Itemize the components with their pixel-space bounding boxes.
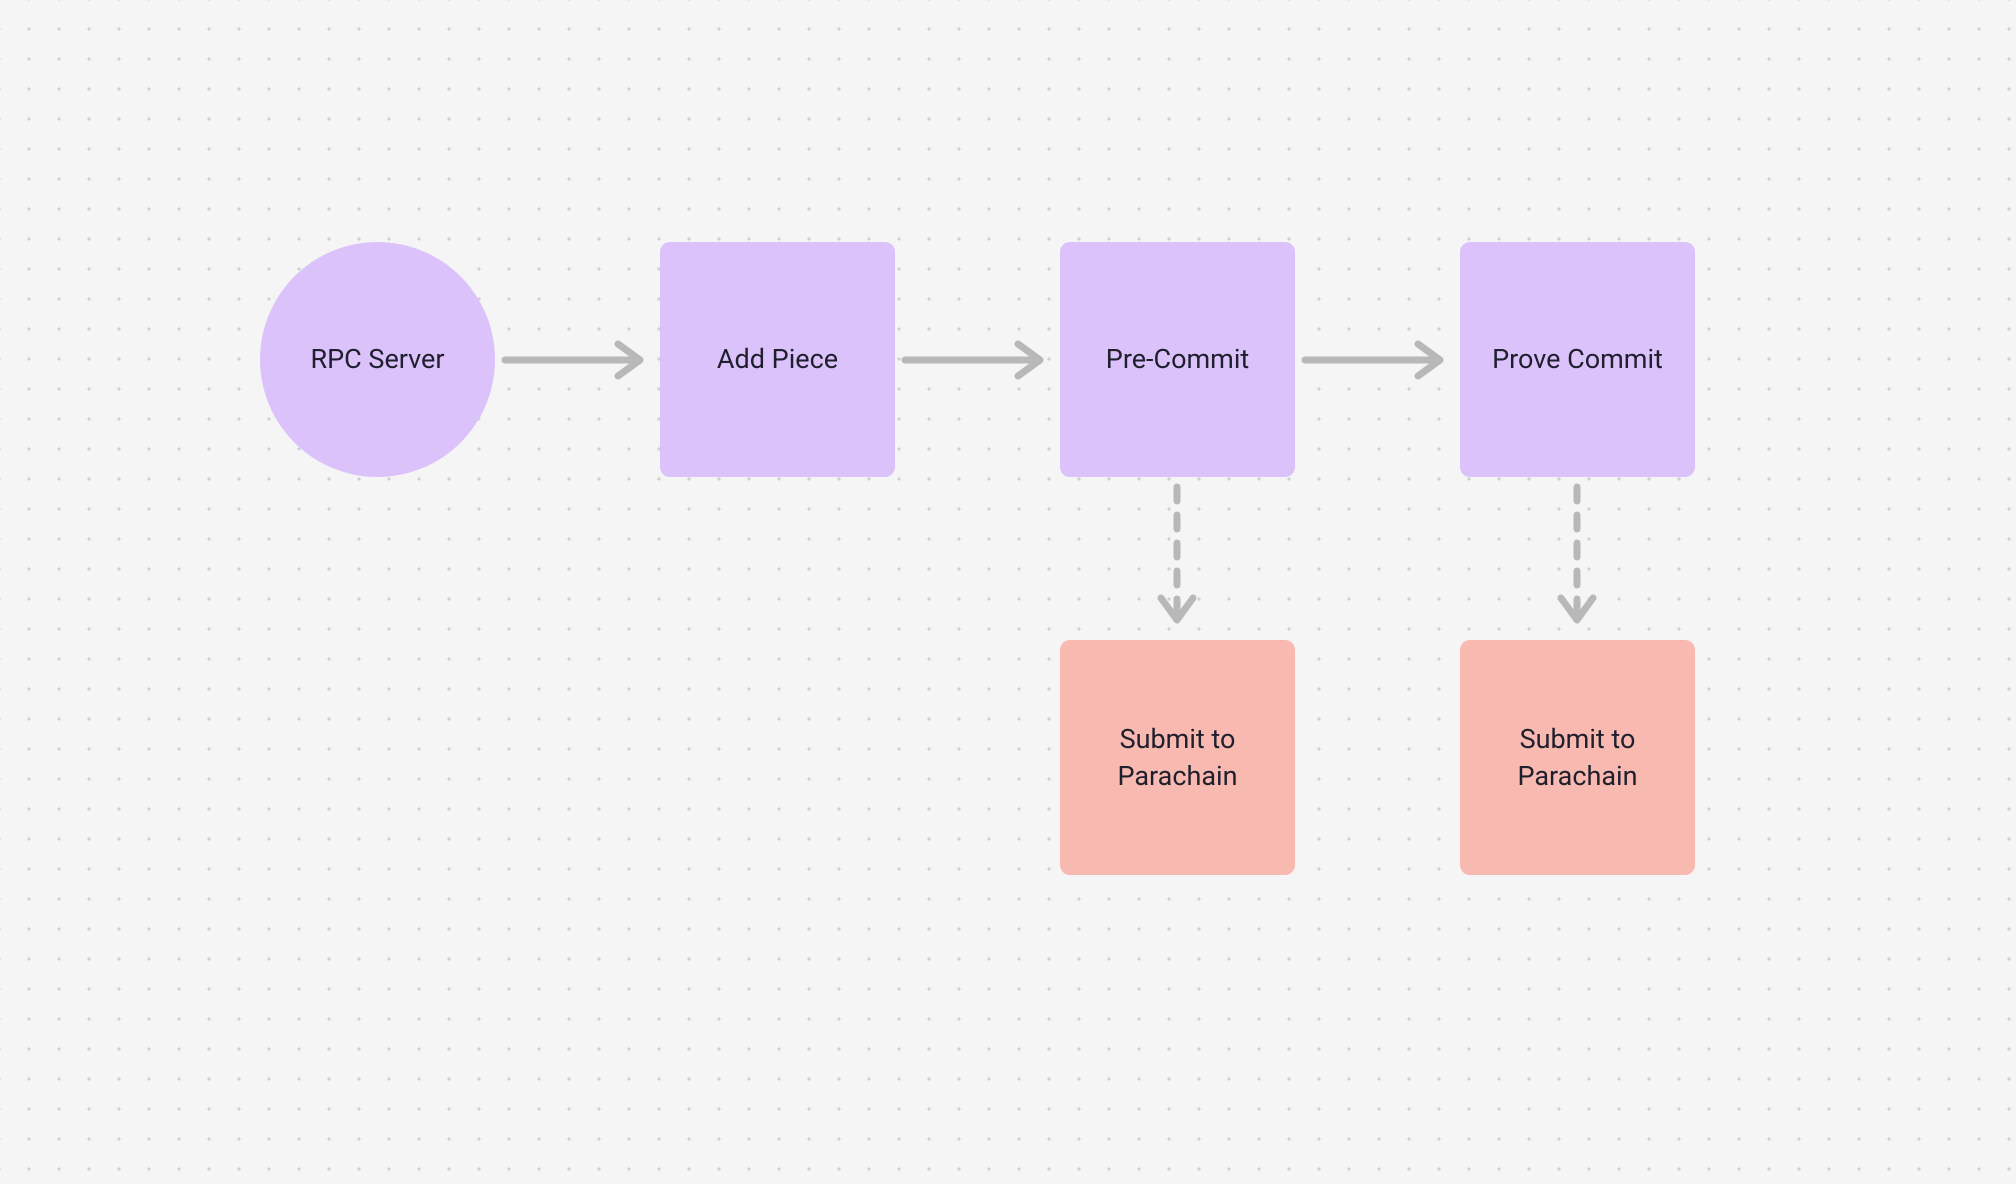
edge-rpc-to-addpiece bbox=[505, 344, 640, 376]
node-submit-parachain-1: Submit to Parachain bbox=[1060, 640, 1295, 875]
node-rpc-server: RPC Server bbox=[260, 242, 495, 477]
diagram-canvas: RPC Server Add Piece Pre-Commit Prove Co… bbox=[0, 0, 2016, 1184]
edge-addpiece-to-precommit bbox=[905, 344, 1040, 376]
edge-precommit-to-prove bbox=[1305, 344, 1440, 376]
edges-layer bbox=[0, 0, 2016, 1184]
edge-prove-to-submit bbox=[1561, 487, 1593, 620]
node-add-piece: Add Piece bbox=[660, 242, 895, 477]
node-pre-commit: Pre-Commit bbox=[1060, 242, 1295, 477]
node-submit-parachain-2: Submit to Parachain bbox=[1460, 640, 1695, 875]
node-prove-commit: Prove Commit bbox=[1460, 242, 1695, 477]
edge-precommit-to-submit bbox=[1161, 487, 1193, 620]
